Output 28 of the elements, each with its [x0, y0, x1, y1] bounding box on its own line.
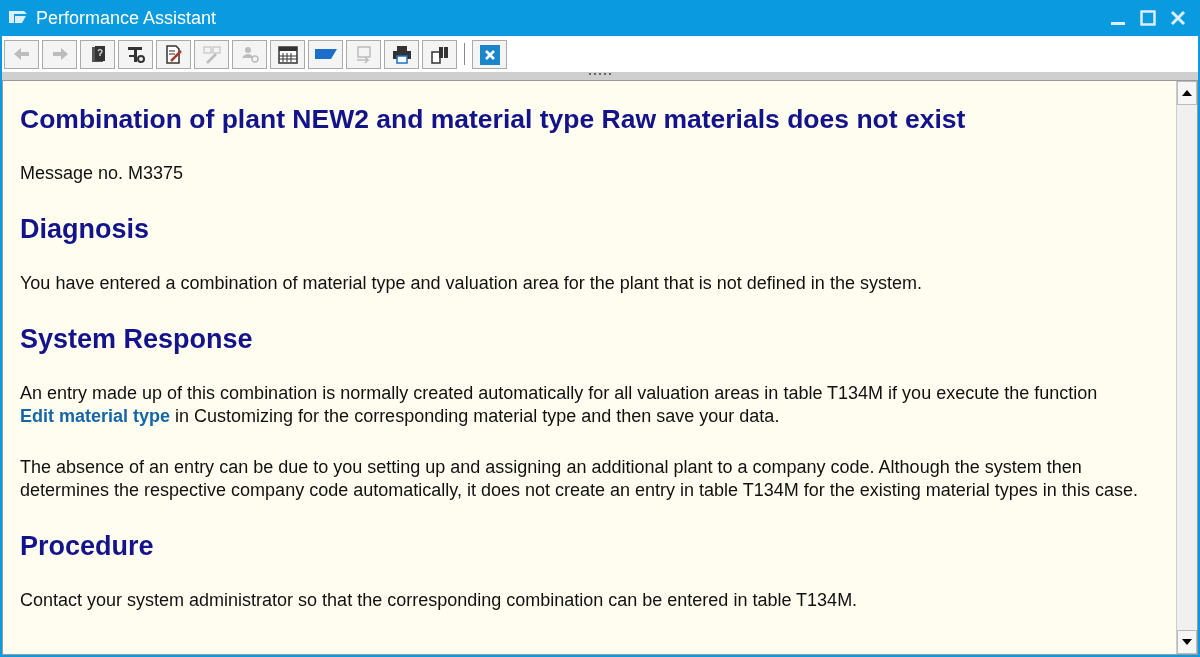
scroll-up-icon[interactable] [1182, 90, 1192, 96]
splitter-handle-icon[interactable] [588, 72, 612, 76]
vertical-scrollbar[interactable] [1176, 81, 1197, 654]
paragraph: You have entered a combination of material type and valuation area for the plant that is not defined in the system. [20, 272, 923, 295]
section-heading: System Response [20, 323, 254, 355]
maximize-icon[interactable] [1140, 10, 1156, 26]
paragraph: The absence of an entry can be due to you setting up and assigning an additional plant to a company code. Although the system then determines the respective company code automatically, it does not create an entry in table T134M for the existing material types in this case. [20, 456, 1139, 502]
paragraph: An entry made up of this combination is normally created automatically for all valuation areas in table T134M if you execute the function Edit material type in Customizing for the corresponding material type and then save your data. [20, 382, 1099, 428]
link[interactable]: Edit material type [20, 406, 171, 426]
section-heading: Diagnosis [20, 213, 151, 245]
toolbar-button[interactable] [118, 39, 153, 69]
scroll-down-icon[interactable] [1182, 639, 1192, 645]
printer-icon [390, 43, 413, 65]
message-title: Combination of plant NEW2 and material type Raw materials does not exist [20, 103, 967, 135]
toolbar-button[interactable] [422, 39, 457, 69]
toolbar-button[interactable] [80, 39, 115, 69]
section-heading: Procedure [20, 530, 155, 562]
calendar-icon [276, 43, 299, 65]
flag-icon [314, 49, 337, 59]
toolbar-button[interactable] [270, 39, 305, 69]
close-icon [478, 43, 501, 65]
close-icon[interactable] [1170, 10, 1186, 26]
pen-document-icon [200, 43, 223, 65]
window-title: Performance Assistant [36, 7, 218, 29]
toolbar-button[interactable] [156, 39, 191, 69]
toolbar-button[interactable] [384, 39, 419, 69]
paragraph: Contact your system administrator so that the corresponding combination can be entered in table T134M. [20, 589, 859, 612]
paragraph: Message no. M3375 [20, 162, 185, 185]
